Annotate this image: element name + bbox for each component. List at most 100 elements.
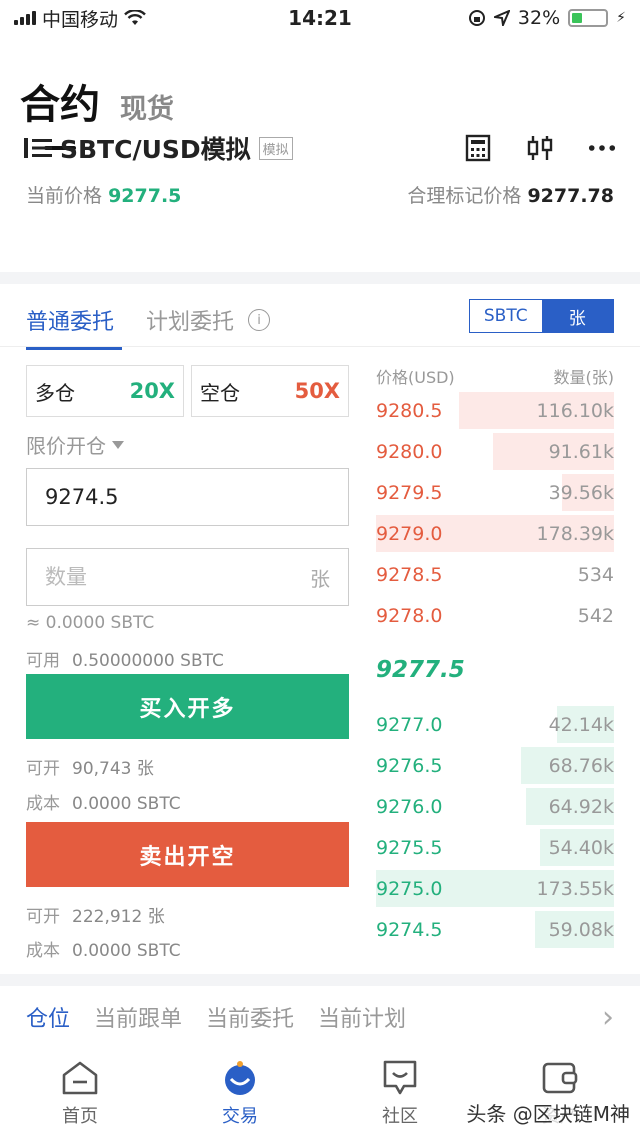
bid-price: 9275.5 [376, 836, 443, 859]
candlestick-icon[interactable] [526, 134, 554, 162]
battery-icon [568, 9, 609, 27]
tab-plan-order[interactable]: 计划委托 [146, 304, 234, 336]
bids-list: 9277.0 42.14k 9276.5 68.76k 9276.0 64.92k 9275… [376, 704, 614, 950]
bid-row[interactable]: 9276.0 64.92k [376, 786, 614, 827]
symbol-name[interactable]: SBTC/USD模拟 [60, 130, 251, 166]
ask-quantity: 534 [577, 563, 614, 586]
buy-long-button[interactable]: 买入开多 [26, 674, 349, 739]
ask-quantity: 116.10k [536, 399, 614, 422]
book-price-header: 价格(USD) [376, 368, 455, 387]
nav-home[interactable]: 首页 [0, 1048, 160, 1138]
bid-quantity: 64.92k [548, 795, 614, 818]
nav-home-label: 首页 [62, 1106, 98, 1127]
bid-price: 9276.0 [376, 795, 443, 818]
tab-positions[interactable]: 仓位 [26, 1001, 70, 1033]
last-price[interactable]: 9277.5 [376, 636, 614, 704]
buy-open-label: 可开 [26, 759, 60, 779]
ask-row[interactable]: 9278.0 542 [376, 595, 614, 636]
price-row: 当前价格 9277.5 合理标记价格 9277.78 [26, 181, 614, 208]
wifi-icon [124, 10, 146, 25]
quantity-input[interactable] [45, 565, 310, 589]
bid-row[interactable]: 9276.5 68.76k [376, 745, 614, 786]
watermark: 头条 @区块链M神 [466, 1102, 630, 1126]
bid-row[interactable]: 9275.0 173.55k [376, 868, 614, 909]
tab-normal-order[interactable]: 普通委托 [26, 304, 123, 350]
tab-current-orders[interactable]: 当前委托 [206, 1001, 294, 1033]
mark-price-label: 合理标记价格 [407, 185, 522, 207]
sell-cost-label: 成本 [26, 941, 60, 961]
price-input[interactable] [45, 485, 330, 509]
charging-icon: ⚡ [616, 10, 626, 26]
calculator-icon[interactable] [464, 134, 492, 162]
bid-price: 9275.0 [376, 877, 443, 900]
ask-price: 9280.5 [376, 399, 443, 422]
location-icon [493, 10, 510, 26]
symbol-row: SBTC/USD模拟 模拟 [24, 130, 616, 166]
tab-spot[interactable]: 现货 [120, 87, 174, 130]
unit-contract[interactable]: 张 [541, 300, 613, 332]
tab-current-follow[interactable]: 当前跟单 [94, 1001, 182, 1033]
simulation-badge: 模拟 [258, 136, 293, 160]
ask-row[interactable]: 9279.0 178.39k [376, 513, 614, 554]
tab-contract[interactable]: 合约 [20, 72, 100, 150]
bid-quantity: 42.14k [548, 713, 614, 736]
bid-row[interactable]: 9275.5 54.40k [376, 827, 614, 868]
ask-quantity: 542 [577, 604, 614, 627]
status-bar: 中国移动 14:21 32% ⚡ [0, 0, 640, 36]
positions-tabs: 仓位 当前跟单 当前委托 当前计划 › [0, 986, 640, 1048]
ask-quantity: 91.61k [548, 440, 614, 463]
tab-current-plans[interactable]: 当前计划 [318, 1001, 406, 1033]
long-label: 多仓 [35, 380, 75, 405]
bid-row[interactable]: 9277.0 42.14k [376, 704, 614, 745]
ask-row[interactable]: 9280.5 116.10k [376, 390, 614, 431]
approx-value: ≈ 0.0000 SBTC [26, 613, 155, 633]
sell-cost-value: 0.0000 SBTC [72, 941, 181, 961]
nav-trade-label: 交易 [222, 1106, 258, 1127]
ask-price: 9278.0 [376, 604, 443, 627]
carrier: 中国移动 [42, 8, 119, 31]
chevron-right-icon[interactable]: › [602, 1000, 614, 1035]
unit-sbtc[interactable]: SBTC [470, 300, 542, 332]
trade-panel: 普通委托 计划委托 i SBTC 张 多仓 20X 空仓 50X 限价开仓 张 … [0, 284, 640, 974]
trade-icon [220, 1058, 260, 1098]
current-price-label: 当前价格 [26, 185, 103, 207]
nav-trade[interactable]: 交易 [160, 1048, 320, 1138]
bid-price: 9277.0 [376, 713, 443, 736]
sell-short-button[interactable]: 卖出开空 [26, 822, 349, 887]
buy-open-row: 可开 90,743 张 [26, 754, 154, 779]
price-field[interactable] [26, 468, 349, 526]
ask-row[interactable]: 9280.0 91.61k [376, 431, 614, 472]
short-leverage[interactable]: 空仓 50X [191, 365, 349, 417]
community-icon [380, 1058, 420, 1098]
short-label: 空仓 [200, 380, 240, 405]
long-leverage[interactable]: 多仓 20X [26, 365, 184, 417]
rotation-lock-icon [468, 10, 485, 26]
bid-quantity: 54.40k [548, 836, 614, 859]
sell-open-label: 可开 [26, 907, 60, 927]
ask-row[interactable]: 9278.5 534 [376, 554, 614, 595]
short-leverage-value: 50X [294, 379, 340, 403]
ask-row[interactable]: 9279.5 39.56k [376, 472, 614, 513]
ask-price: 9279.5 [376, 481, 443, 504]
more-icon[interactable] [588, 134, 616, 162]
ask-price: 9278.5 [376, 563, 443, 586]
available-label: 可用 [26, 651, 60, 671]
nav-community[interactable]: 社区 [320, 1048, 480, 1138]
buy-cost-value: 0.0000 SBTC [72, 794, 181, 814]
bid-price: 9274.5 [376, 918, 443, 941]
sell-open-value: 222,912 张 [72, 907, 165, 927]
order-type-select[interactable]: 限价开仓 [26, 430, 124, 459]
available-value: 0.50000000 SBTC [72, 651, 224, 671]
buy-cost-row: 成本 0.0000 SBTC [26, 789, 181, 814]
available-row: 可用 0.50000000 SBTC [26, 646, 224, 671]
ask-quantity: 178.39k [536, 522, 614, 545]
bid-row[interactable]: 9274.5 59.08k [376, 909, 614, 950]
buy-cost-label: 成本 [26, 794, 60, 814]
unit-toggle[interactable]: SBTC 张 [469, 299, 614, 333]
quantity-field[interactable]: 张 [26, 548, 349, 606]
long-leverage-value: 20X [129, 379, 175, 403]
info-icon[interactable]: i [248, 309, 271, 331]
list-icon[interactable] [24, 137, 52, 159]
ask-quantity: 39.56k [548, 481, 614, 504]
nav-community-label: 社区 [382, 1106, 418, 1127]
